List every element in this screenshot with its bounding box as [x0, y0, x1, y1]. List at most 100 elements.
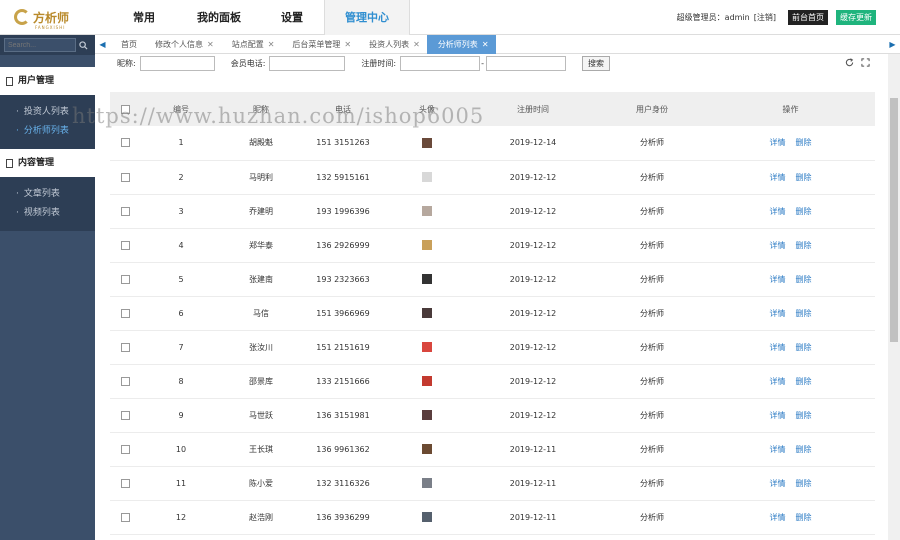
table-row[interactable]: 1 胡殿魁 151 3151263 2019-12-14 分析师 详情 删除 [110, 126, 875, 160]
row-checkbox[interactable] [120, 206, 130, 216]
detail-link[interactable]: 详情 [770, 241, 786, 250]
row-checkbox[interactable] [120, 478, 130, 488]
avatar[interactable] [422, 308, 432, 318]
delete-link[interactable]: 删除 [796, 241, 812, 250]
column-header[interactable]: 用户身份 [598, 92, 706, 126]
frontend-home-button[interactable]: 前台首页 [788, 10, 828, 25]
tab-site-config[interactable]: 站点配置 ✕ [221, 35, 282, 54]
delete-link[interactable]: 删除 [796, 138, 812, 147]
detail-link[interactable]: 详情 [770, 513, 786, 522]
column-header[interactable]: 注册时间 [468, 92, 598, 126]
detail-link[interactable]: 详情 [770, 411, 786, 420]
table-row[interactable]: 5 张建南 193 2323663 2019-12-12 分析师 详情 删除 [110, 262, 875, 296]
logo[interactable]: 方析师 FANGXISHI [14, 8, 69, 30]
search-button[interactable]: 搜索 [582, 55, 610, 71]
avatar[interactable] [422, 410, 432, 420]
phone-input[interactable] [269, 55, 346, 71]
sidebar-group-head-content[interactable]: 内容管理 [0, 149, 95, 177]
cache-refresh-button[interactable]: 缓存更新 [836, 10, 876, 25]
row-checkbox[interactable] [120, 240, 130, 250]
avatar[interactable] [422, 512, 432, 522]
topnav-item-common[interactable]: 常用 [122, 0, 166, 35]
delete-link[interactable]: 删除 [796, 411, 812, 420]
avatar[interactable] [422, 478, 432, 488]
table-row[interactable]: 3 乔建明 193 1996396 2019-12-12 分析师 详情 删除 [110, 194, 875, 228]
close-icon[interactable]: ✕ [413, 40, 420, 49]
close-icon[interactable]: ✕ [482, 40, 489, 49]
delete-link[interactable]: 删除 [796, 173, 812, 182]
avatar[interactable] [422, 206, 432, 216]
topnav-item-admin-center[interactable]: 管理中心 [324, 0, 410, 35]
tab-menu-admin[interactable]: 后台菜单管理 ✕ [281, 35, 358, 54]
avatar[interactable] [422, 376, 432, 386]
detail-link[interactable]: 详情 [770, 207, 786, 216]
row-checkbox[interactable] [120, 444, 130, 454]
row-checkbox[interactable] [120, 512, 130, 522]
avatar[interactable] [422, 444, 432, 454]
table-row[interactable]: 9 马世跃 136 3151981 2019-12-12 分析师 详情 删除 [110, 398, 875, 432]
detail-link[interactable]: 详情 [770, 173, 786, 182]
close-icon[interactable]: ✕ [268, 40, 275, 49]
delete-link[interactable]: 删除 [796, 343, 812, 352]
avatar[interactable] [422, 342, 432, 352]
tab-scroll-right-icon[interactable]: ▶ [885, 35, 900, 54]
delete-link[interactable]: 删除 [796, 513, 812, 522]
topnav-item-dashboard[interactable]: 我的面板 [188, 0, 250, 35]
delete-link[interactable]: 删除 [796, 275, 812, 284]
detail-link[interactable]: 详情 [770, 309, 786, 318]
column-header[interactable]: 操作 [706, 92, 875, 126]
regtime-label: 注册时间: [361, 58, 397, 68]
row-checkbox[interactable] [120, 172, 130, 182]
regtime-start-input[interactable] [400, 55, 481, 71]
tab-analysts[interactable]: 分析师列表 ✕ [426, 34, 496, 54]
delete-link[interactable]: 删除 [796, 445, 812, 454]
logout-link[interactable]: [注销] [754, 12, 776, 23]
table-row[interactable]: 2 马明利 132 5915161 2019-12-12 分析师 详情 删除 [110, 160, 875, 194]
topnav-item-settings[interactable]: 设置 [270, 0, 314, 35]
avatar[interactable] [422, 274, 432, 284]
regtime-end-input[interactable] [486, 55, 566, 71]
tab-investors[interactable]: 投资人列表 ✕ [358, 35, 427, 54]
avatar[interactable] [422, 137, 432, 148]
detail-link[interactable]: 详情 [770, 343, 786, 352]
sidebar-group-head-users[interactable]: 用户管理 [0, 67, 95, 95]
delete-link[interactable]: 删除 [796, 207, 812, 216]
avatar[interactable] [422, 240, 432, 250]
sidebar-item-articles[interactable]: 文章列表 [0, 185, 95, 204]
detail-link[interactable]: 详情 [770, 377, 786, 386]
row-checkbox[interactable] [120, 138, 130, 148]
avatar[interactable] [422, 172, 432, 182]
sidebar-item-videos[interactable]: 视频列表 [0, 204, 95, 223]
table-row[interactable]: 10 王长琪 136 9961362 2019-12-11 分析师 详情 删除 [110, 432, 875, 466]
detail-link[interactable]: 详情 [770, 275, 786, 284]
detail-link[interactable]: 详情 [770, 479, 786, 488]
row-checkbox[interactable] [120, 274, 130, 284]
fullscreen-icon[interactable] [861, 58, 870, 69]
table-row[interactable]: 6 马信 151 3966969 2019-12-12 分析师 详情 删除 [110, 296, 875, 330]
row-checkbox[interactable] [120, 376, 130, 386]
tab-home[interactable]: 首页 [110, 35, 144, 54]
tab-scroll-left-icon[interactable]: ◀ [95, 35, 110, 54]
tab-edit-profile[interactable]: 修改个人信息 ✕ [144, 35, 221, 54]
table-row[interactable]: 11 陈小爱 132 3116326 2019-12-11 分析师 详情 删除 [110, 466, 875, 500]
refresh-icon[interactable] [845, 58, 854, 69]
delete-link[interactable]: 删除 [796, 309, 812, 318]
table-row[interactable]: 4 郑华泰 136 2926999 2019-12-12 分析师 详情 删除 [110, 228, 875, 262]
row-checkbox[interactable] [120, 308, 130, 318]
table-row[interactable]: 12 赵浩刚 136 3936299 2019-12-11 分析师 详情 删除 [110, 500, 875, 534]
row-checkbox[interactable] [120, 342, 130, 352]
table-row[interactable]: 8 邵景库 133 2151666 2019-12-12 分析师 详情 删除 [110, 364, 875, 398]
scrollbar[interactable] [888, 54, 900, 540]
scrollbar-thumb[interactable] [890, 98, 898, 342]
nickname-input[interactable] [139, 55, 215, 71]
detail-link[interactable]: 详情 [770, 445, 786, 454]
delete-link[interactable]: 删除 [796, 479, 812, 488]
row-checkbox[interactable] [120, 410, 130, 420]
close-icon[interactable]: ✕ [344, 40, 351, 49]
delete-link[interactable]: 删除 [796, 377, 812, 386]
close-icon[interactable]: ✕ [207, 40, 214, 49]
search-icon[interactable] [76, 38, 90, 52]
sidebar-search-input[interactable] [4, 38, 76, 52]
detail-link[interactable]: 详情 [770, 138, 786, 147]
table-row[interactable]: 7 张汝川 151 2151619 2019-12-12 分析师 详情 删除 [110, 330, 875, 364]
